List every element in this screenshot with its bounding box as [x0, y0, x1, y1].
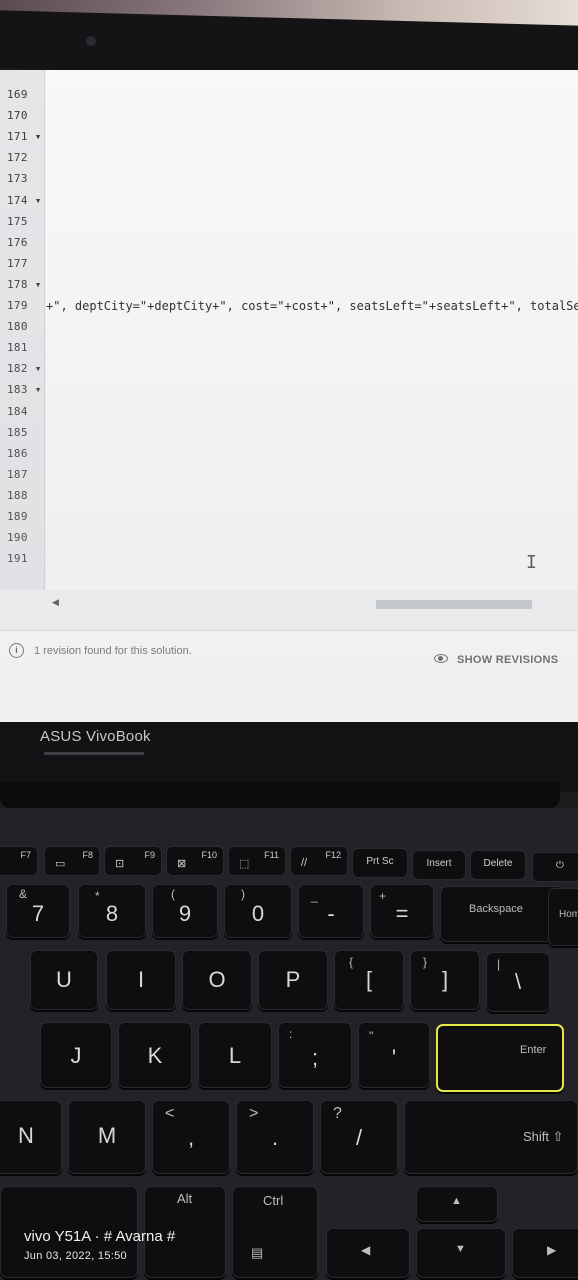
- line-number: 175: [7, 214, 28, 228]
- line-number: 182 ▾: [7, 362, 42, 376]
- line-number: 191: [7, 552, 28, 566]
- laptop-screen: 169 170 171 ▾ 172 173 174 ▾ 175 176 177 178 ▾ 179 1…: [0, 70, 578, 722]
- home-key[interactable]: Hom: [548, 888, 578, 946]
- eye-icon[interactable]: [434, 654, 448, 663]
- key-m[interactable]: M: [68, 1100, 146, 1174]
- f9-key[interactable]: ⊡ F9: [104, 846, 162, 876]
- key-period[interactable]: >.: [236, 1100, 314, 1174]
- backspace-key[interactable]: Backspace: [440, 886, 564, 942]
- display-icon: ▭: [55, 858, 66, 870]
- hinge-bar: [0, 782, 560, 808]
- camera-off-icon: ⊠: [177, 858, 187, 870]
- myasus-icon: //: [301, 857, 308, 869]
- key-bracket-open[interactable]: {[: [334, 950, 404, 1010]
- delete-key[interactable]: Delete: [470, 850, 526, 880]
- line-number: 187: [7, 467, 28, 481]
- camera-watermark-timestamp: Jun 03, 2022, 15:50: [24, 1250, 127, 1262]
- line-number-gutter: 169 170 171 ▾ 172 173 174 ▾ 175 176 177 178 ▾ 179 1…: [0, 70, 45, 590]
- show-revisions-button[interactable]: SHOW REVISIONS: [457, 654, 558, 666]
- key-u[interactable]: U: [30, 950, 98, 1010]
- key-bracket-close[interactable]: }]: [410, 950, 480, 1010]
- key-l[interactable]: L: [198, 1022, 272, 1088]
- line-number: 181: [7, 341, 28, 355]
- ctrl-key[interactable]: Ctrl ▤: [232, 1186, 318, 1278]
- line-number: 179: [7, 299, 28, 312]
- key-o[interactable]: O: [182, 950, 252, 1010]
- line-number: 169: [7, 88, 28, 101]
- key-equals[interactable]: + =: [370, 884, 434, 938]
- arrow-up-key[interactable]: ▲: [416, 1186, 498, 1222]
- line-number: 186: [7, 446, 28, 460]
- key-i[interactable]: I: [106, 950, 176, 1010]
- line-number: 183 ▾: [7, 383, 42, 397]
- f8-key[interactable]: ▭ F8: [44, 846, 100, 876]
- key-k[interactable]: K: [118, 1022, 192, 1088]
- key-j[interactable]: J: [40, 1022, 112, 1088]
- scroll-left-icon[interactable]: ◀: [52, 597, 59, 608]
- webcam: [86, 36, 96, 46]
- arrow-down-key[interactable]: ▼: [416, 1228, 506, 1278]
- arrow-left-key[interactable]: ◀: [326, 1228, 410, 1278]
- text-cursor-icon: I: [526, 552, 537, 573]
- line-number: 171 ▾: [7, 130, 42, 144]
- line-number: 190: [7, 531, 28, 545]
- camera-watermark-device: vivo Y51A · # Avarna #: [24, 1228, 176, 1245]
- line-number: 188: [7, 488, 28, 502]
- f10-key[interactable]: ⊠ F10: [166, 846, 224, 876]
- arrow-left-icon: ◀: [361, 1243, 371, 1257]
- key-9[interactable]: (9: [152, 884, 218, 938]
- key-0[interactable]: ) 0: [224, 884, 292, 938]
- code-line-179: +", deptCity="+deptCity+", cost="+cost+"…: [46, 299, 578, 313]
- line-number: 176: [7, 235, 28, 249]
- projector-icon: ⊡: [115, 858, 125, 870]
- line-number: 172: [7, 151, 28, 165]
- laptop-brand: ASUS VivoBook: [40, 728, 151, 745]
- line-number: 180: [7, 320, 28, 334]
- key-slash[interactable]: ? /: [320, 1100, 398, 1174]
- f7-key[interactable]: F7: [0, 846, 38, 876]
- scrollbar-thumb[interactable]: [376, 600, 532, 609]
- line-number: 170: [7, 109, 28, 123]
- key-comma[interactable]: <,: [152, 1100, 230, 1174]
- right-shift-key[interactable]: Shift ⇧: [404, 1100, 578, 1174]
- key-semicolon[interactable]: :;: [278, 1022, 352, 1088]
- enter-key[interactable]: Enter: [436, 1024, 564, 1092]
- prtsc-key[interactable]: Prt Sc: [352, 848, 408, 878]
- key-quote[interactable]: " ': [358, 1022, 430, 1088]
- line-number: 185: [7, 425, 28, 439]
- f11-key[interactable]: ⬚ F11: [228, 846, 286, 876]
- line-number: 177: [7, 256, 28, 270]
- menu-icon: ▤: [251, 1245, 264, 1260]
- key-8[interactable]: * 8: [78, 884, 146, 938]
- key-7[interactable]: & 7: [6, 884, 70, 938]
- line-number: 178 ▾: [7, 277, 42, 291]
- line-number: 173: [7, 172, 28, 186]
- editor-footer: i 1 revision found for this solution. SH…: [0, 630, 578, 722]
- line-number: 174 ▾: [7, 193, 42, 207]
- info-icon: i: [9, 643, 24, 658]
- line-number: 184: [7, 404, 28, 418]
- arrow-down-icon: ▼: [455, 1243, 466, 1255]
- horizontal-scrollbar[interactable]: ◀: [44, 597, 578, 610]
- revision-text: 1 revision found for this solution.: [34, 645, 192, 657]
- brand-underline: [44, 752, 144, 755]
- arrow-right-icon: ▶: [547, 1243, 557, 1257]
- key-p[interactable]: P: [258, 950, 328, 1010]
- power-icon: ⏻: [556, 860, 564, 871]
- f12-key[interactable]: //F12: [290, 846, 348, 876]
- key-minus[interactable]: _ -: [298, 884, 364, 938]
- line-number: 189: [7, 510, 28, 523]
- key-backslash[interactable]: | \: [486, 952, 550, 1012]
- arrow-right-key[interactable]: ▶: [512, 1228, 578, 1278]
- code-editor[interactable]: +", deptCity="+deptCity+", cost="+cost+"…: [46, 70, 578, 590]
- arrow-up-icon: ▲: [451, 1195, 462, 1207]
- key-n[interactable]: N: [0, 1100, 62, 1174]
- power-key[interactable]: ⏻: [532, 852, 578, 882]
- insert-key[interactable]: Insert: [412, 850, 466, 880]
- screenshot-icon: ⬚: [239, 858, 250, 870]
